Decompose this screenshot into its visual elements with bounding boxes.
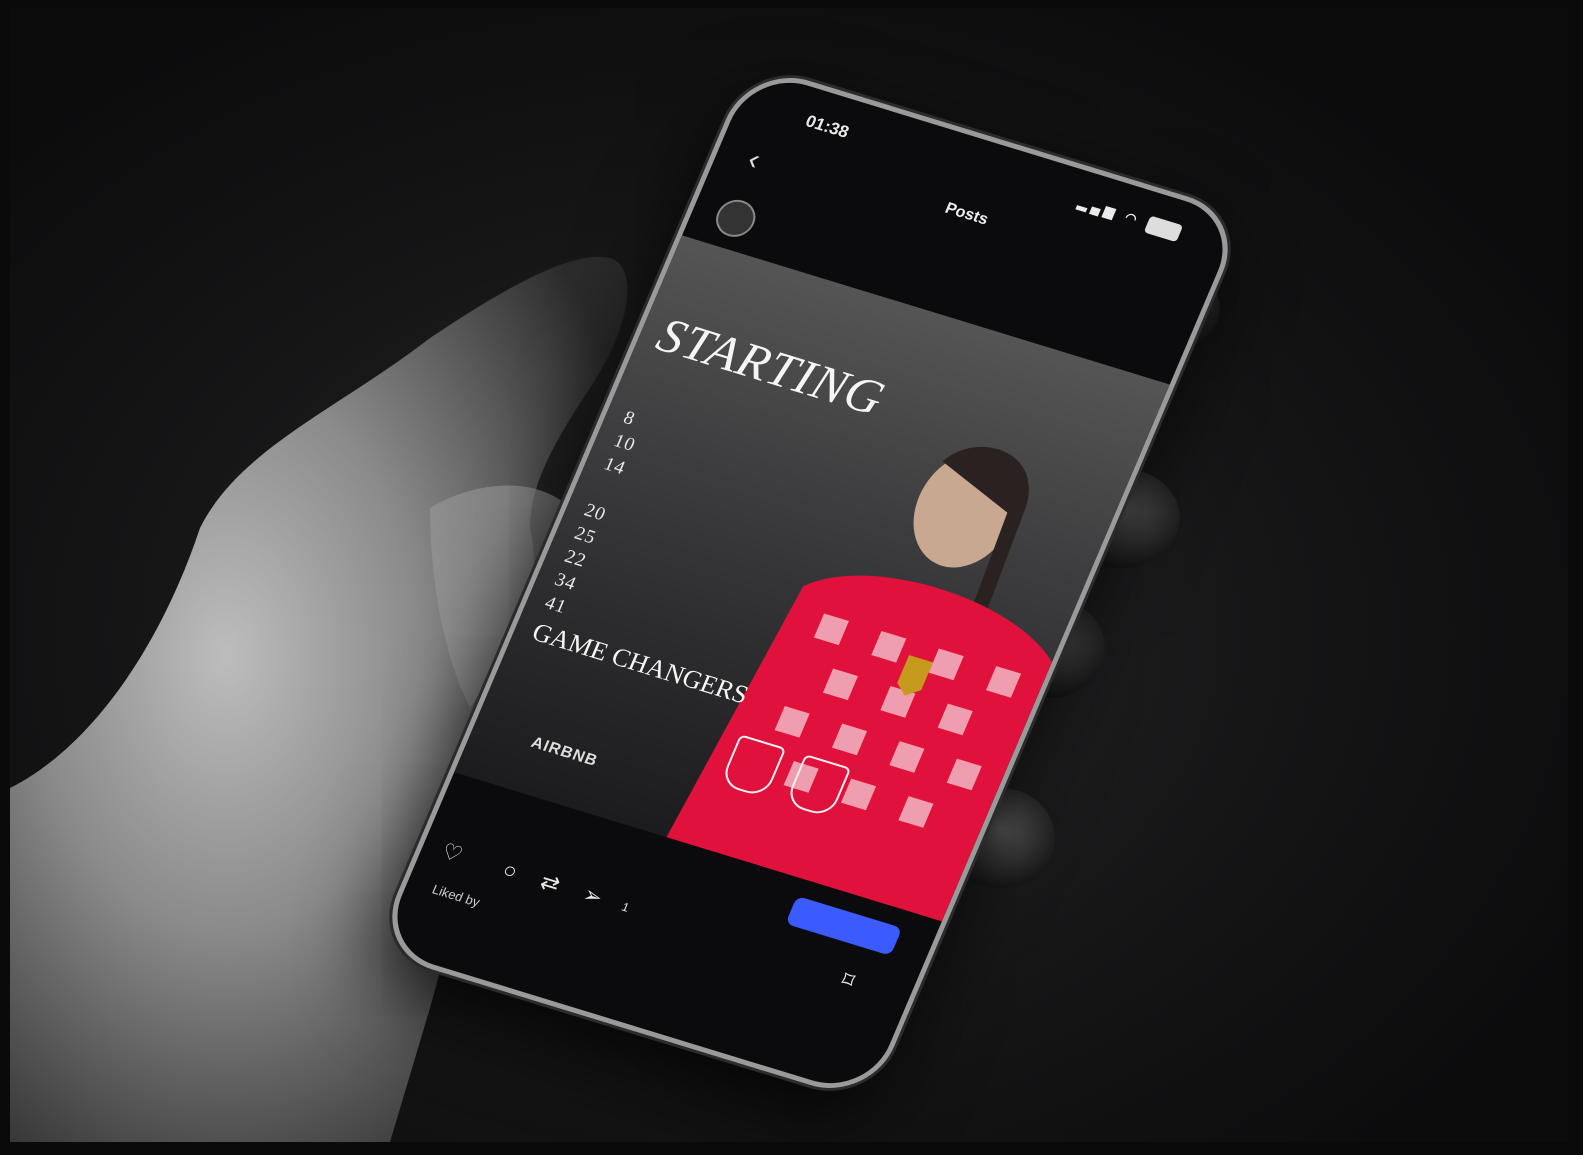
status-time: 01:38 bbox=[802, 111, 852, 142]
share-icon[interactable]: ➢ bbox=[579, 881, 606, 910]
photo-frame: 01:38 ▂▄▆ ◠ ‹ Posts STARTING 8 10 14 20 … bbox=[10, 8, 1568, 1142]
avatar[interactable] bbox=[710, 195, 762, 242]
comment-icon[interactable]: ○ bbox=[499, 857, 522, 885]
battery-icon bbox=[1143, 215, 1184, 243]
repost-icon[interactable]: ⇄ bbox=[536, 868, 564, 897]
wifi-icon: ◠ bbox=[1122, 209, 1144, 228]
bookmark-icon[interactable]: ⌑ bbox=[838, 967, 859, 994]
share-count: 1 bbox=[619, 899, 632, 915]
sponsor-logo: AIRBNB bbox=[528, 734, 601, 770]
signal-icon: ▂▄▆ bbox=[1075, 194, 1122, 221]
heart-icon[interactable]: ♡ bbox=[438, 838, 467, 868]
